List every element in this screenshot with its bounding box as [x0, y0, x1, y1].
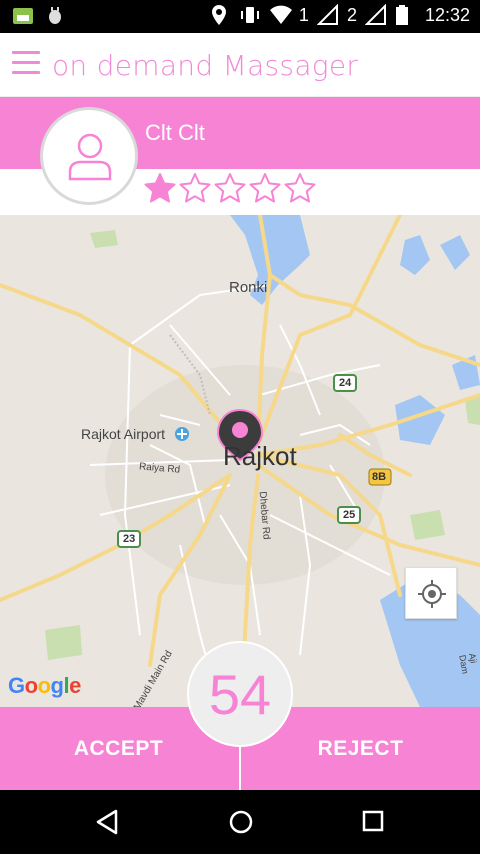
rating-stars: [143, 172, 317, 206]
google-logo: Google: [8, 673, 81, 698]
star-empty-icon[interactable]: [283, 172, 317, 206]
android-debug-icon: [44, 5, 66, 27]
crosshair-icon: [418, 580, 446, 608]
map-label-airport: Rajkot Airport: [81, 426, 166, 442]
app-title: on demand Massager: [52, 49, 359, 82]
map-label-ronki: Ronki: [229, 279, 268, 296]
hamburger-icon-line: [12, 71, 40, 74]
home-icon[interactable]: [227, 808, 255, 836]
star-empty-icon[interactable]: [248, 172, 282, 206]
highway-8b-label: 8B: [372, 471, 387, 483]
hamburger-icon-line: [12, 61, 40, 64]
highway-23-label: 23: [123, 533, 136, 545]
star-filled-icon[interactable]: [143, 172, 177, 206]
client-name: Clt Clt: [145, 120, 205, 145]
my-location-button[interactable]: [405, 567, 457, 619]
location-icon: [209, 4, 231, 26]
highway-24-label: 24: [339, 377, 352, 389]
battery-icon: [395, 4, 417, 26]
vibrate-icon: [239, 4, 261, 26]
hamburger-icon: [12, 51, 40, 54]
star-empty-icon[interactable]: [178, 172, 212, 206]
star-empty-icon[interactable]: [213, 172, 247, 206]
app-bar: on demand Massager: [0, 33, 480, 97]
highway-25-label: 25: [343, 509, 356, 521]
map-view[interactable]: Ronki Rajkot Rajkot Airport Raiya Rd Dhe…: [0, 215, 480, 707]
map-label-rajkot: Rajkot: [223, 441, 297, 471]
map-label-aji-dam: Aji Dam: [457, 652, 479, 675]
user-icon: [68, 133, 112, 181]
sim1-label: 1: [298, 4, 309, 25]
clock: 12:32: [424, 4, 470, 25]
android-notification-icon: [12, 5, 34, 27]
countdown-timer: 54: [187, 641, 293, 747]
sim2-label: 2: [346, 4, 357, 25]
sim1-signal-icon: [316, 3, 339, 26]
status-bar: 1 2 12:32: [0, 0, 480, 33]
wifi-icon: [269, 4, 292, 26]
sim2-signal-icon: [364, 3, 387, 26]
navigation-bar: [0, 790, 480, 854]
recents-icon[interactable]: [361, 808, 385, 836]
back-icon[interactable]: [94, 808, 120, 836]
menu-button[interactable]: [12, 51, 40, 79]
avatar: [40, 107, 138, 205]
